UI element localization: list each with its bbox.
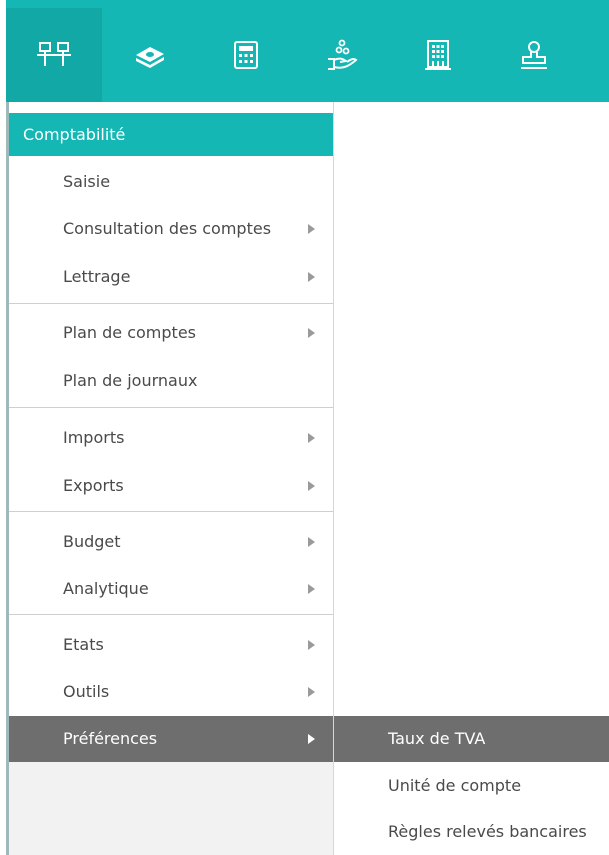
calculator-icon (234, 41, 258, 69)
toolbar-button-certification[interactable] (486, 8, 582, 102)
chevron-right-icon (308, 640, 315, 650)
money-stack-icon (136, 47, 164, 68)
menu-item-label: Plan de journaux (63, 371, 198, 390)
menu-item-saisie[interactable]: Saisie (9, 159, 333, 205)
menu-item-label: Lettrage (63, 267, 131, 286)
menu-item-exports[interactable]: Exports (9, 463, 333, 509)
menu-item-analytique[interactable]: Analytique (9, 566, 333, 612)
submenu-item-label: Règles relevés bancaires (388, 822, 587, 841)
toolbar-button-finance[interactable] (102, 8, 198, 102)
submenu-item-regles-releves-bancaires[interactable]: Règles relevés bancaires (334, 809, 609, 855)
chevron-right-icon (308, 224, 315, 234)
menu-item-consultation-des-comptes[interactable]: Consultation des comptes (9, 206, 333, 252)
menu-item-budget[interactable]: Budget (9, 519, 333, 565)
menu-item-label: Outils (63, 682, 110, 701)
menu-divider (9, 614, 333, 615)
chevron-right-icon (308, 481, 315, 491)
menu-item-etats[interactable]: Etats (9, 622, 333, 668)
building-icon (425, 40, 451, 70)
preferences-submenu: Taux de TVA Unité de compte Règles relev… (334, 716, 609, 855)
menu-item-label: Plan de comptes (63, 323, 196, 342)
menu-item-label: Saisie (63, 172, 111, 191)
chevron-right-icon (308, 537, 315, 547)
chevron-right-icon (308, 687, 315, 697)
menu-item-label: Consultation des comptes (63, 219, 272, 238)
submenu-item-label: Taux de TVA (388, 729, 486, 748)
accounting-menu: Comptabilité Saisie Consultation des com… (9, 113, 333, 855)
menu-empty-area (9, 762, 333, 855)
chevron-right-icon (308, 584, 315, 594)
top-toolbar (6, 0, 609, 102)
toolbar-button-assets[interactable] (390, 8, 486, 102)
menu-item-preferences[interactable]: Préférences (9, 716, 333, 762)
menu-divider (9, 511, 333, 512)
chevron-right-icon (308, 734, 315, 744)
menu-item-label: Analytique (63, 579, 149, 598)
menu-title: Comptabilité (9, 113, 333, 156)
submenu-item-taux-de-tva[interactable]: Taux de TVA (334, 716, 609, 762)
toolbar-button-calculator[interactable] (198, 8, 294, 102)
app-window: Comptabilité Saisie Consultation des com… (0, 0, 609, 855)
menu-divider (9, 303, 333, 304)
menu-item-plan-de-journaux[interactable]: Plan de journaux (9, 358, 333, 404)
toolbar-button-payments[interactable] (294, 8, 390, 102)
menu-divider (9, 407, 333, 408)
org-chart-icon (37, 42, 71, 66)
menu-item-plan-de-comptes[interactable]: Plan de comptes (9, 310, 333, 356)
submenu-item-unite-de-compte[interactable]: Unité de compte (334, 763, 609, 809)
hand-coins-icon (328, 39, 358, 70)
menu-item-label: Budget (63, 532, 121, 551)
menu-item-label: Préférences (63, 729, 158, 748)
menu-item-label: Imports (63, 428, 125, 447)
submenu-item-label: Unité de compte (388, 776, 522, 795)
stamp-icon (521, 41, 547, 69)
chevron-right-icon (308, 272, 315, 282)
menu-item-imports[interactable]: Imports (9, 415, 333, 461)
chevron-right-icon (308, 328, 315, 338)
menu-item-lettrage[interactable]: Lettrage (9, 254, 333, 300)
menu-item-label: Exports (63, 476, 124, 495)
menu-item-outils[interactable]: Outils (9, 669, 333, 715)
menu-item-label: Etats (63, 635, 104, 654)
chevron-right-icon (308, 433, 315, 443)
toolbar-button-accounting[interactable] (6, 8, 102, 102)
